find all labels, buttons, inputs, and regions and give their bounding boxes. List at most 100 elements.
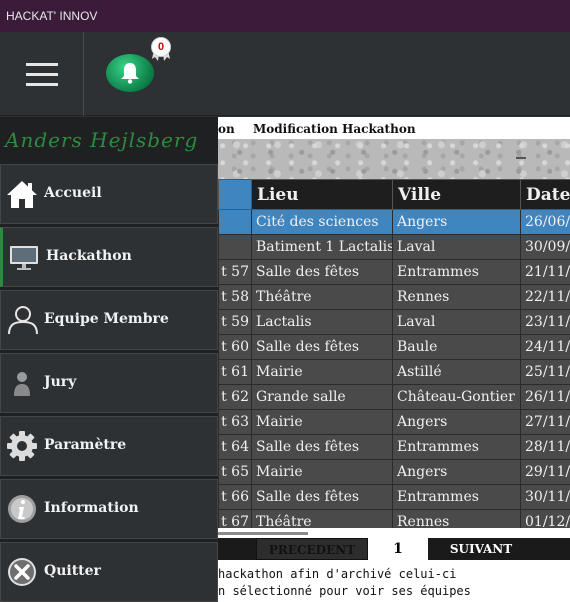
table-cell: Angers (392, 209, 521, 235)
column-header-lieu[interactable]: Lieu (251, 179, 393, 210)
table-row[interactable]: t 58 Théâtre Rennes 22/11/ (218, 284, 570, 310)
horizontal-scrollbar[interactable] (218, 528, 570, 538)
breadcrumb-partial[interactable]: on (218, 122, 235, 136)
table-row[interactable]: t 64 Salle des fêtes Entrammes 28/11/ (218, 434, 570, 460)
table-cell (218, 234, 252, 260)
next-page-button[interactable]: SUIVANT (428, 538, 534, 560)
table-cell: 22/11/ (520, 284, 570, 310)
table-cell: Salle des fêtes (251, 484, 393, 510)
bell-icon (121, 63, 139, 84)
hackathon-table[interactable]: Lieu Ville Date Cité des sciences Angers 2… (218, 179, 570, 535)
table-cell: Mairie (251, 409, 393, 435)
header-banner (218, 139, 570, 179)
home-icon (7, 181, 37, 208)
table-cell: Château-Gontier (392, 384, 521, 410)
user-icon (8, 306, 38, 335)
person-icon (14, 372, 30, 396)
table-cell: Angers (392, 409, 521, 435)
table-cell: Astillé (392, 359, 521, 385)
table-cell: 23/11/ (520, 309, 570, 335)
table-row[interactable]: t 61 Mairie Astillé 25/11/ (218, 359, 570, 385)
sidebar-item-jury[interactable]: Jury (0, 353, 218, 413)
table-cell: t 63 (218, 409, 252, 435)
sidebar-item-label: Paramètre (44, 437, 127, 453)
sidebar-item-information[interactable]: Information (0, 479, 218, 539)
table-cell: 26/06/ (520, 209, 570, 235)
table-row[interactable]: t 66 Salle des fêtes Entrammes 30/11/ (218, 484, 570, 510)
top-bar: 0 (0, 32, 570, 116)
table-cell: Laval (392, 309, 521, 335)
breadcrumb-current: Modification Hackathon (253, 122, 416, 136)
table-row[interactable]: Cité des sciences Angers 26/06/ (218, 209, 570, 235)
table-cell: t 64 (218, 434, 252, 460)
current-page-number: 1 (368, 538, 428, 560)
table-cell: Cité des sciences (251, 209, 393, 235)
table-cell: 24/11/ (520, 334, 570, 360)
table-cell: Entrammes (392, 259, 521, 285)
table-row[interactable]: t 65 Mairie Angers 29/11/ (218, 459, 570, 485)
sidebar-item-parametre[interactable]: Paramètre (0, 416, 218, 476)
table-cell: 21/11/ (520, 259, 570, 285)
sidebar-item-label: Equipe Membre (44, 311, 169, 327)
monitor-icon (10, 246, 38, 270)
sidebar-item-label: Jury (44, 374, 77, 390)
table-cell: Salle des fêtes (251, 334, 393, 360)
table-cell: t 62 (218, 384, 252, 410)
table-cell: 26/11/ (520, 384, 570, 410)
previous-page-button[interactable]: PRECEDENT (256, 538, 368, 560)
table-row[interactable]: t 63 Mairie Angers 27/11/ (218, 409, 570, 435)
main-content: on Modification Hackathon Lieu Ville Dat… (218, 117, 570, 602)
table-cell: Mairie (251, 459, 393, 485)
notification-count: 0 (151, 37, 171, 57)
notification-button[interactable] (106, 54, 154, 92)
table-cell: t 61 (218, 359, 252, 385)
table-row[interactable]: Batiment 1 Lactalis Laval 30/09/ (218, 234, 570, 260)
table-cell: 30/09/ (520, 234, 570, 260)
table-cell: 30/11/ (520, 484, 570, 510)
table-cell: 27/11/ (520, 409, 570, 435)
table-cell: Salle des fêtes (251, 259, 393, 285)
sidebar-item-quitter[interactable]: Quitter (0, 542, 218, 602)
table-cell: t 59 (218, 309, 252, 335)
table-cell: Angers (392, 459, 521, 485)
hamburger-icon (25, 62, 58, 66)
table-cell: Grande salle (251, 384, 393, 410)
table-cell: Lactalis (251, 309, 393, 335)
sidebar-item-label: Accueil (44, 185, 102, 201)
table-row[interactable]: t 60 Salle des fêtes Baule 24/11/ (218, 334, 570, 360)
notification-badge: 0 (150, 37, 172, 61)
sidebar-item-hackathon[interactable]: Hackathon (0, 227, 218, 287)
menu-toggle-button[interactable] (0, 32, 84, 116)
sidebar-item-label: Quitter (44, 563, 101, 579)
column-header-ville[interactable]: Ville (392, 179, 521, 210)
table-cell: 29/11/ (520, 459, 570, 485)
table-cell: Rennes (392, 284, 521, 310)
gear-icon (7, 431, 37, 461)
user-name: Anders Hejlsberg (5, 128, 199, 152)
sidebar: Anders Hejlsberg Accueil Hackathon Equip… (0, 117, 218, 602)
breadcrumb: on Modification Hackathon (218, 117, 570, 139)
column-header[interactable] (218, 179, 252, 210)
sidebar-item-accueil[interactable]: Accueil (0, 164, 218, 224)
help-text: hackathon afin d'archivé celui-ci n séle… (218, 566, 570, 600)
table-cell: 25/11/ (520, 359, 570, 385)
table-row[interactable]: t 59 Lactalis Laval 23/11/ (218, 309, 570, 335)
table-cell: t 57 (218, 259, 252, 285)
table-cell (218, 209, 252, 235)
table-cell: t 60 (218, 334, 252, 360)
scrollbar-thumb[interactable] (218, 532, 308, 535)
column-header-date[interactable]: Date (520, 179, 570, 210)
table-row[interactable]: t 57 Salle des fêtes Entrammes 21/11/ (218, 259, 570, 285)
help-line: hackathon afin d'archivé celui-ci (218, 567, 457, 581)
table-cell: Batiment 1 Lactalis (251, 234, 393, 260)
table-row[interactable]: t 62 Grande salle Château-Gontier 26/11/ (218, 384, 570, 410)
table-cell: t 66 (218, 484, 252, 510)
close-icon (8, 558, 36, 586)
pagination: PRECEDENT 1 SUIVANT (218, 538, 570, 560)
sidebar-item-label: Hackathon (46, 248, 132, 264)
sidebar-item-label: Information (44, 500, 139, 516)
window-titlebar: HACKAT' INNOV (0, 0, 570, 32)
sidebar-item-equipe-membre[interactable]: Equipe Membre (0, 290, 218, 350)
table-header-row: Lieu Ville Date (218, 179, 570, 210)
table-cell: Entrammes (392, 484, 521, 510)
